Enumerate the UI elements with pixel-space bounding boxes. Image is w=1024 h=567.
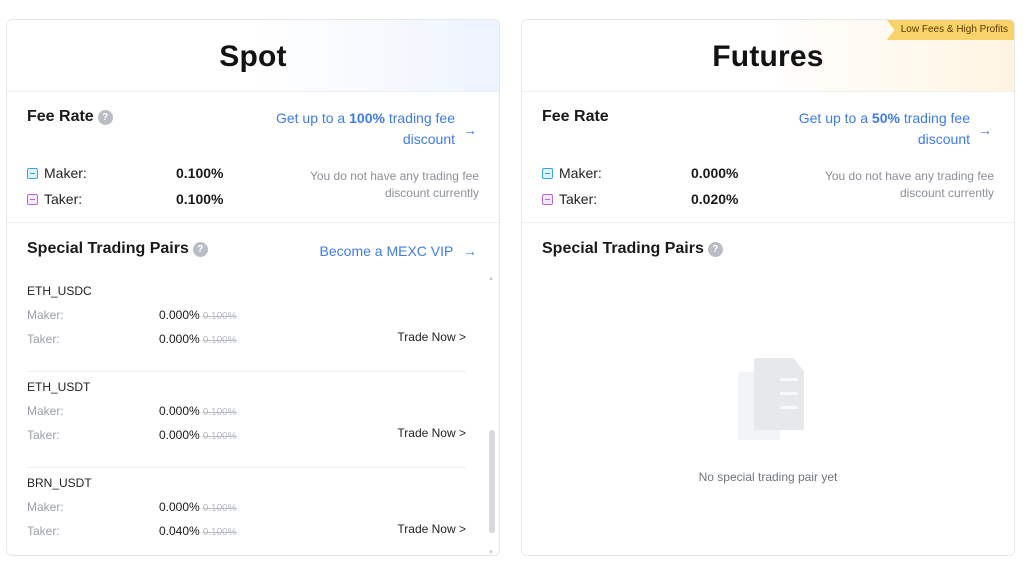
futures-header: Futures Low Fees & High Profits (522, 20, 1014, 92)
arrow-right-icon: → (463, 122, 477, 138)
pair-maker-value: 0.000% (159, 500, 200, 514)
pair-maker-old-value: 0.100% (202, 407, 237, 418)
pair-taker-label: Taker: (27, 332, 60, 346)
pair-taker-line: Taker: 0.000% 0.100% (27, 332, 237, 346)
spot-card: Spot Fee Rate ? Get up to a 100% trading… (6, 19, 500, 556)
spot-maker-row: Maker: 0.100% (27, 165, 223, 181)
futures-fee-rate-section: Fee Rate Get up to a 50% trading fee dis… (522, 93, 1014, 223)
pair-taker-label: Taker: (27, 524, 60, 538)
pair-maker-value: 0.000% (159, 308, 200, 322)
arrow-right-icon: → (978, 122, 992, 138)
pair-maker-line: Maker: 0.000% 0.100% (27, 500, 237, 514)
spot-special-pairs-label: Special Trading Pairs (27, 240, 189, 257)
futures-taker-row: Taker: 0.020% (542, 191, 738, 207)
pair-item: ETH_USDT Maker: 0.000% 0.100% Taker: 0.000%… (27, 372, 466, 468)
trade-now-link[interactable]: Trade Now > (397, 330, 466, 344)
empty-state: No special trading pair yet (522, 358, 1014, 484)
pair-item: BRN_USDT Maker: 0.000% 0.100% Taker: 0.040%… (27, 468, 466, 555)
pair-maker-old-value: 0.100% (202, 503, 237, 514)
help-icon[interactable]: ? (192, 241, 208, 257)
spot-special-pairs-section: Special Trading Pairs ? Become a MEXC VI… (7, 224, 499, 555)
promo-suffix: trading fee discount (899, 110, 970, 147)
scrollbar-thumb[interactable] (489, 430, 495, 533)
promo-highlight: 50% (871, 110, 900, 126)
pair-name: ETH_USDC (27, 284, 92, 298)
maker-badge-icon (542, 167, 553, 179)
taker-badge-icon (27, 193, 38, 205)
spot-fee-rate-section: Fee Rate ? Get up to a 100% trading fee … (7, 93, 499, 223)
spot-fee-rate-heading: Fee Rate ? (27, 108, 113, 126)
futures-taker-label: Taker: (559, 191, 598, 207)
spot-taker-label: Taker: (44, 191, 83, 207)
futures-special-pairs-label: Special Trading Pairs (542, 240, 704, 257)
pairs-scrollbar[interactable]: ▲ ▼ (487, 276, 496, 555)
trade-now-link[interactable]: Trade Now > (397, 522, 466, 536)
futures-special-pairs-section: Special Trading Pairs ? No special tradi… (522, 224, 1014, 555)
spot-discount-note: You do not have any trading fee discount… (309, 169, 479, 200)
futures-maker-value: 0.000% (691, 165, 739, 181)
empty-document-icon (728, 358, 808, 444)
spot-maker-value: 0.100% (176, 165, 224, 181)
spot-discount-promo-link[interactable]: Get up to a 100% trading fee discount → (267, 108, 477, 150)
futures-card: Futures Low Fees & High Profits Fee Rate… (521, 19, 1015, 556)
pair-maker-line: Maker: 0.000% 0.100% (27, 404, 237, 418)
empty-state-text: No special trading pair yet (698, 470, 838, 484)
maker-badge-icon (27, 167, 38, 179)
promo-prefix: Get up to a (275, 110, 350, 126)
taker-badge-icon (542, 193, 553, 205)
pair-maker-old-value: 0.100% (202, 311, 237, 322)
special-pairs-list[interactable]: ETH_USDC Maker: 0.000% 0.100% Taker: 0.000%… (27, 276, 466, 555)
pair-name: BRN_USDT (27, 476, 92, 490)
futures-promo-ribbon: Low Fees & High Profits (886, 20, 1014, 40)
pair-taker-old-value: 0.100% (202, 335, 237, 346)
futures-discount-promo-link[interactable]: Get up to a 50% trading fee discount → (782, 108, 992, 150)
scroll-down-icon[interactable]: ▼ (488, 550, 494, 555)
futures-fee-rate-heading: Fee Rate (542, 108, 609, 126)
pair-maker-line: Maker: 0.000% 0.100% (27, 308, 237, 322)
futures-fee-rate-label: Fee Rate (542, 108, 609, 125)
spot-taker-row: Taker: 0.100% (27, 191, 223, 207)
spot-maker-label: Maker: (44, 165, 87, 181)
pair-taker-line: Taker: 0.000% 0.100% (27, 428, 237, 442)
spot-taker-value: 0.100% (176, 191, 224, 207)
promo-highlight: 100% (349, 110, 385, 126)
spot-title: Spot (219, 40, 287, 73)
pair-taker-old-value: 0.100% (202, 431, 237, 442)
pair-maker-label: Maker: (27, 500, 64, 514)
futures-title: Futures (712, 40, 824, 73)
pair-taker-value: 0.000% (159, 428, 200, 442)
scroll-up-icon[interactable]: ▲ (488, 276, 494, 282)
spot-special-pairs-heading: Special Trading Pairs ? (27, 240, 208, 258)
pair-maker-value: 0.000% (159, 404, 200, 418)
pair-taker-old-value: 0.100% (202, 527, 237, 538)
arrow-right-icon: → (463, 243, 477, 259)
spot-fee-rate-label: Fee Rate (27, 108, 94, 125)
pair-name: ETH_USDT (27, 380, 91, 394)
pair-maker-label: Maker: (27, 404, 64, 418)
pair-item: ETH_USDC Maker: 0.000% 0.100% Taker: 0.000%… (27, 276, 466, 372)
promo-suffix: trading fee discount (384, 110, 455, 147)
futures-taker-value: 0.020% (691, 191, 739, 207)
help-icon[interactable]: ? (97, 109, 113, 125)
spot-header: Spot (7, 20, 499, 92)
vip-link-label: Become a MEXC VIP (319, 243, 454, 259)
trade-now-link[interactable]: Trade Now > (397, 426, 466, 440)
futures-maker-label: Maker: (559, 165, 602, 181)
promo-prefix: Get up to a (798, 110, 872, 126)
pair-taker-value: 0.000% (159, 332, 200, 346)
pair-taker-line: Taker: 0.040% 0.100% (27, 524, 237, 538)
futures-maker-row: Maker: 0.000% (542, 165, 738, 181)
pair-taker-label: Taker: (27, 428, 60, 442)
pair-taker-value: 0.040% (159, 524, 200, 538)
futures-special-pairs-heading: Special Trading Pairs ? (542, 240, 723, 258)
futures-discount-note: You do not have any trading fee discount… (824, 169, 994, 200)
become-vip-link[interactable]: Become a MEXC VIP → (320, 243, 477, 259)
pair-maker-label: Maker: (27, 308, 64, 322)
help-icon[interactable]: ? (707, 241, 723, 257)
